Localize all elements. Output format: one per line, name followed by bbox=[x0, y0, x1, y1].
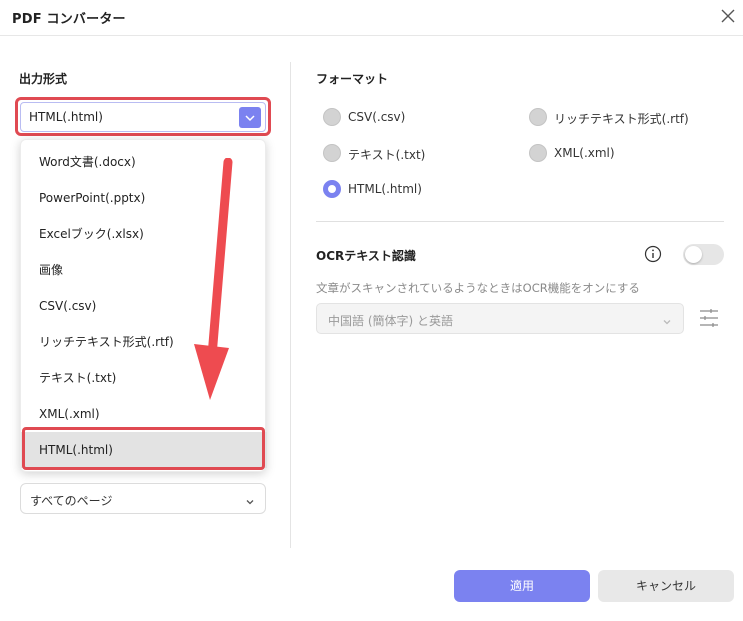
ocr-language-select: 中国語 (簡体字) と英語 bbox=[316, 303, 684, 334]
info-icon[interactable] bbox=[644, 245, 662, 263]
close-icon[interactable] bbox=[719, 7, 737, 25]
selected-option-highlight bbox=[22, 427, 265, 470]
annotation-arrow bbox=[188, 157, 234, 404]
chevron-down-icon bbox=[661, 313, 673, 332]
radio-rtf-label: リッチテキスト形式(.rtf) bbox=[554, 112, 689, 126]
chevron-down-icon bbox=[244, 493, 256, 512]
radio-html[interactable] bbox=[323, 180, 341, 198]
window-title: PDF コンバーター bbox=[12, 12, 126, 27]
cancel-button[interactable]: キャンセル bbox=[598, 570, 734, 602]
radio-csv[interactable] bbox=[323, 108, 341, 126]
radio-csv-label: CSV(.csv) bbox=[348, 110, 406, 124]
radio-txt-label: テキスト(.txt) bbox=[348, 148, 426, 162]
section-divider bbox=[316, 221, 724, 222]
page-range-value: すべてのページ bbox=[30, 494, 113, 508]
output-format-value: HTML(.html) bbox=[29, 110, 103, 124]
apply-button[interactable]: 適用 bbox=[454, 570, 590, 602]
ocr-heading: OCRテキスト認識 bbox=[316, 249, 416, 263]
radio-txt[interactable] bbox=[323, 144, 341, 162]
settings-sliders-icon[interactable] bbox=[698, 306, 720, 330]
output-format-label: 出力形式 bbox=[19, 72, 68, 86]
panel-divider bbox=[290, 62, 291, 548]
chevron-down-icon[interactable] bbox=[239, 107, 261, 128]
toggle-knob bbox=[685, 246, 702, 263]
page-range-select[interactable]: すべてのページ bbox=[20, 483, 266, 514]
radio-xml[interactable] bbox=[529, 144, 547, 162]
radio-html-label: HTML(.html) bbox=[348, 182, 422, 196]
radio-xml-label: XML(.xml) bbox=[554, 146, 615, 160]
ocr-toggle[interactable] bbox=[683, 244, 724, 265]
ocr-hint: 文章がスキャンされているようなときはOCR機能をオンにする bbox=[316, 281, 640, 295]
radio-rtf[interactable] bbox=[529, 108, 547, 126]
output-format-select[interactable]: HTML(.html) bbox=[20, 102, 266, 132]
ocr-language-value: 中国語 (簡体字) と英語 bbox=[328, 314, 453, 328]
format-heading: フォーマット bbox=[316, 72, 389, 86]
